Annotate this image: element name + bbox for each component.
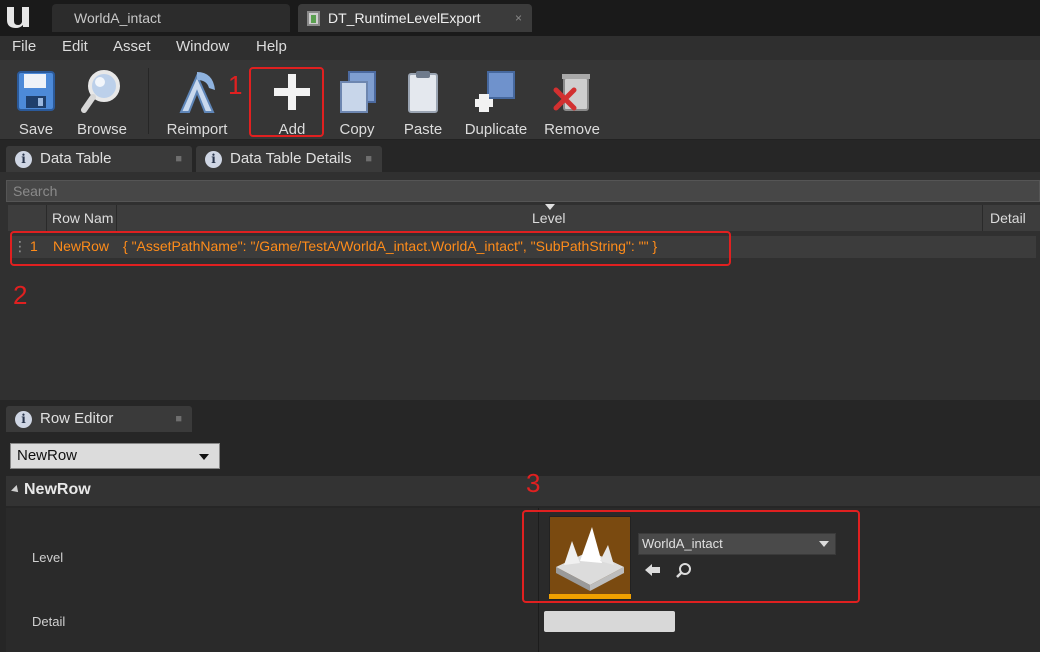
panel-tab-label: Row Editor <box>40 410 114 427</box>
unreal-logo-icon[interactable] <box>4 3 32 31</box>
save-icon <box>17 71 55 111</box>
browse-label: Browse <box>76 121 128 138</box>
annotation-number-1: 1 <box>228 70 243 100</box>
duplicate-label: Duplicate <box>464 121 528 138</box>
detail-property-label: Detail <box>32 614 66 629</box>
tab-data-table[interactable]: i Data Table ■ <box>6 146 192 172</box>
toolbar-separator <box>148 68 149 134</box>
magnifier-icon <box>81 70 120 113</box>
reimport-icon <box>179 72 215 113</box>
copy-label: Copy <box>339 121 375 138</box>
row-select-value: NewRow <box>17 447 78 464</box>
toolbar: Save Browse Reimport Add Copy Paste Dupl… <box>0 60 1040 140</box>
column-divider[interactable] <box>46 205 47 231</box>
annotation-box-row <box>10 231 731 266</box>
menu-window[interactable]: Window <box>176 38 229 55</box>
tab-world-a-intact[interactable]: WorldA_intact <box>52 4 290 32</box>
duplicate-button[interactable]: Duplicate <box>458 66 534 138</box>
chevron-down-icon <box>199 454 209 460</box>
tab-data-table-details[interactable]: i Data Table Details ■ <box>196 146 382 172</box>
copy-icon <box>340 71 376 113</box>
collapse-triangle-icon[interactable] <box>11 485 21 495</box>
sort-arrow-icon <box>545 204 555 210</box>
reimport-label: Reimport <box>166 121 228 138</box>
tab-dt-runtime-level-export[interactable]: DT_RuntimeLevelExport × <box>298 4 532 32</box>
info-icon: i <box>205 151 222 168</box>
annotation-number-3: 3 <box>526 468 541 498</box>
menu-edit[interactable]: Edit <box>62 38 88 55</box>
close-tab-icon[interactable]: × <box>515 4 522 32</box>
menu-bar: File Edit Asset Window Help <box>0 36 1040 60</box>
tab-row-editor[interactable]: i Row Editor ■ <box>6 406 192 432</box>
close-panel-icon[interactable]: ■ <box>175 406 182 432</box>
table-header: Row Nam Level Detail <box>8 205 1040 231</box>
remove-button[interactable]: Remove <box>540 66 604 138</box>
browse-button[interactable]: Browse <box>74 66 130 138</box>
section-title: NewRow <box>24 481 91 498</box>
data-table-icon <box>307 11 320 26</box>
annotation-number-2: 2 <box>13 280 28 310</box>
menu-help[interactable]: Help <box>256 38 287 55</box>
info-icon: i <box>15 411 32 428</box>
paste-label: Paste <box>403 121 443 138</box>
annotation-box-level-picker <box>522 510 860 603</box>
row-section-header[interactable]: NewRow <box>6 476 1040 506</box>
column-header-row-name[interactable]: Row Nam <box>52 210 113 226</box>
panel-tab-label: Data Table Details <box>230 150 352 167</box>
reimport-button[interactable]: Reimport <box>162 66 232 138</box>
tab-label: DT_RuntimeLevelExport <box>328 10 481 26</box>
detail-field[interactable] <box>544 611 675 632</box>
menu-file[interactable]: File <box>12 38 36 55</box>
row-select-dropdown[interactable]: NewRow <box>10 443 220 469</box>
search-input[interactable]: Search <box>6 180 1040 202</box>
info-icon: i <box>15 151 32 168</box>
copy-button[interactable]: Copy <box>330 66 384 138</box>
column-header-detail[interactable]: Detail <box>990 210 1026 226</box>
level-property-label: Level <box>32 550 64 565</box>
column-divider[interactable] <box>116 205 117 231</box>
menu-asset[interactable]: Asset <box>113 38 151 55</box>
save-label: Save <box>18 121 54 138</box>
close-panel-icon[interactable]: ■ <box>365 146 372 172</box>
close-panel-icon[interactable]: ■ <box>175 146 182 172</box>
clipboard-icon <box>408 71 438 113</box>
remove-label: Remove <box>544 121 600 138</box>
save-button[interactable]: Save <box>10 66 62 138</box>
annotation-box-add <box>249 67 324 137</box>
duplicate-icon <box>475 71 515 112</box>
paste-button[interactable]: Paste <box>396 66 450 138</box>
tab-label: WorldA_intact <box>74 10 161 26</box>
panel-tab-label: Data Table <box>40 150 112 167</box>
trash-icon <box>553 74 590 111</box>
column-divider[interactable] <box>982 205 983 231</box>
column-header-level[interactable]: Level <box>532 210 565 226</box>
